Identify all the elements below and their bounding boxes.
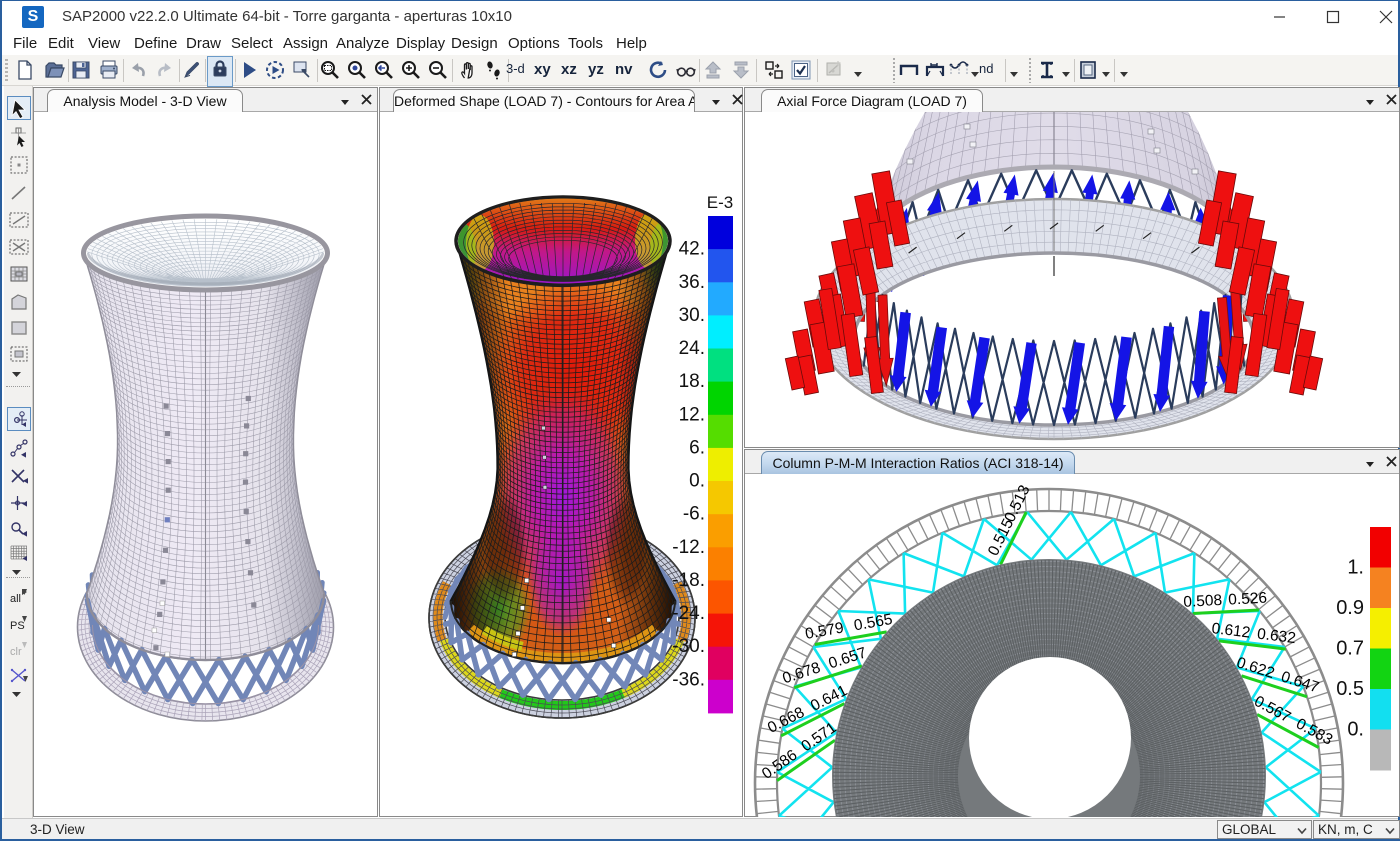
svg-text:clr: clr <box>10 646 22 658</box>
svg-text:30.: 30. <box>679 305 705 326</box>
svg-text:all: all <box>10 593 21 605</box>
svg-text:0.5: 0.5 <box>1336 678 1364 700</box>
svg-text:-24.: -24. <box>672 603 705 624</box>
svg-text:E-3: E-3 <box>707 193 733 212</box>
svg-text:18.: 18. <box>679 371 705 392</box>
svg-text:0.7: 0.7 <box>1336 638 1364 660</box>
svg-text:6.: 6. <box>689 437 705 458</box>
svg-text:0.: 0. <box>1347 719 1364 741</box>
svg-text:-12.: -12. <box>672 537 705 558</box>
svg-text:0.: 0. <box>689 471 705 492</box>
svg-text:-36.: -36. <box>672 669 705 690</box>
svg-text:1.: 1. <box>1347 557 1364 579</box>
svg-text:PS: PS <box>10 620 25 632</box>
svg-text:-6.: -6. <box>683 504 705 525</box>
svg-text:24.: 24. <box>679 338 705 359</box>
svg-text:12.: 12. <box>679 404 705 425</box>
svg-text:42.: 42. <box>679 239 705 260</box>
svg-text:0.526: 0.526 <box>1228 590 1268 609</box>
svg-text:0.508: 0.508 <box>1183 592 1223 611</box>
svg-text:0.9: 0.9 <box>1336 597 1364 619</box>
svg-text:0.565: 0.565 <box>853 611 894 634</box>
svg-text:-18.: -18. <box>672 570 705 591</box>
svg-text:36.: 36. <box>679 272 705 293</box>
svg-text:-30.: -30. <box>672 636 705 657</box>
